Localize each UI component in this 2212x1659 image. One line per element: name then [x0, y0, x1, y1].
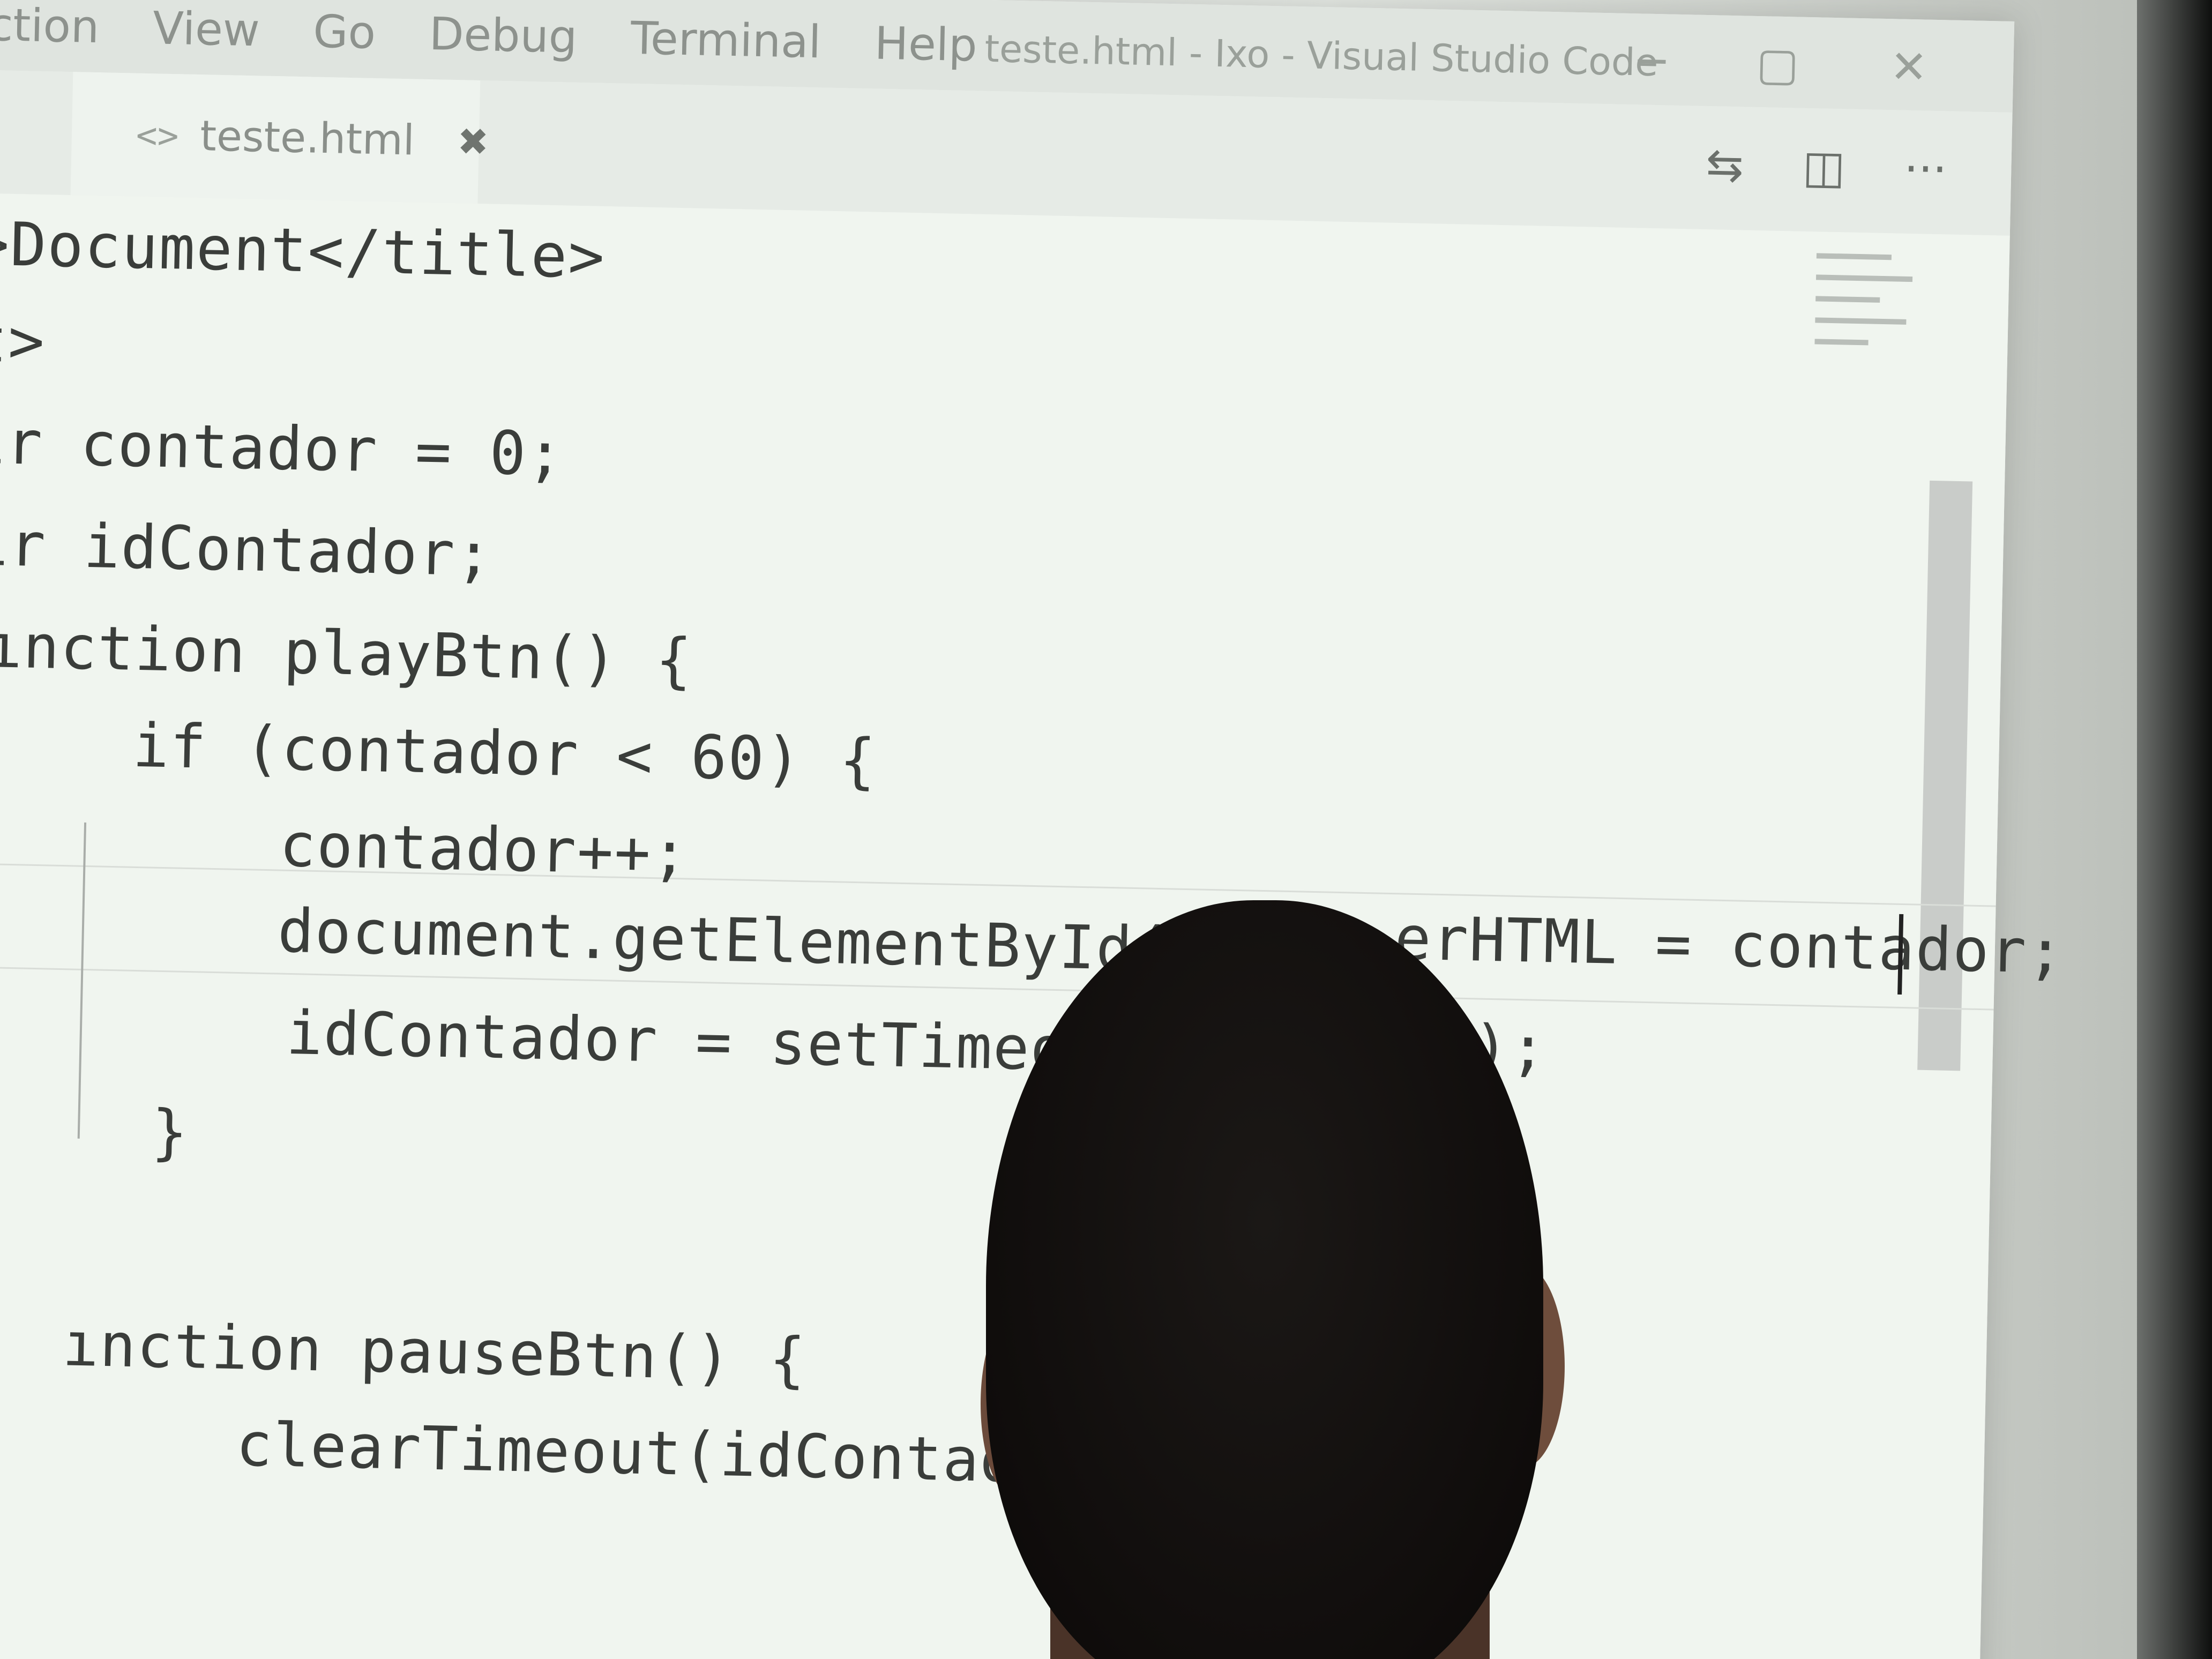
- code-line: >Document</title>: [0, 209, 607, 293]
- code-line: ır idContador;: [0, 509, 494, 590]
- menu-selection[interactable]: ction: [0, 0, 100, 53]
- window-title: teste.html - Ixo - Visual Studio Code: [984, 26, 1659, 85]
- screen-frame-edge: [2137, 0, 2212, 1659]
- code-line: t>: [0, 305, 47, 377]
- maximize-icon[interactable]: ▢: [1756, 38, 1799, 91]
- split-editor-icon[interactable]: ◫: [1802, 140, 1845, 194]
- menu-help[interactable]: Help: [874, 17, 978, 71]
- menu-view[interactable]: View: [152, 2, 260, 56]
- minimap[interactable]: [1814, 253, 1924, 394]
- code-line: ır contador = 0;: [0, 407, 565, 490]
- menu-go[interactable]: Go: [312, 5, 376, 59]
- more-actions-icon[interactable]: ···: [1903, 143, 1947, 196]
- code-line: contador++;: [0, 804, 690, 889]
- person-head: [986, 900, 1543, 1659]
- html-file-icon: <>: [136, 114, 180, 156]
- code-line: ınction pauseBtn() {: [62, 1310, 808, 1395]
- code-line: idContador = setTimeout(: [0, 992, 1180, 1087]
- code-line: if (contador < 60) {: [0, 707, 878, 796]
- editor-actions: ⇆ ◫ ···: [1706, 138, 1948, 196]
- menu-debug[interactable]: Debug: [429, 8, 578, 63]
- tab-label: teste.html: [199, 112, 415, 165]
- menu-terminal[interactable]: Terminal: [630, 12, 821, 68]
- tab-teste-html[interactable]: <> teste.html ✖: [70, 72, 489, 204]
- minimize-icon[interactable]: ─: [1638, 35, 1666, 88]
- code-line: }: [2, 1094, 190, 1168]
- close-tab-icon[interactable]: ✖: [457, 119, 489, 164]
- menu-bar: ction View Go Debug Terminal Help: [0, 0, 978, 71]
- window-controls: ─ ▢ ✕: [1638, 35, 1928, 93]
- code-line: erHTML = contador;: [1394, 903, 2065, 988]
- open-changes-icon[interactable]: ⇆: [1706, 138, 1744, 191]
- photo-stage: ction View Go Debug Terminal Help teste.…: [0, 0, 2212, 1659]
- code-line: ınction playBtn() {: [0, 611, 694, 696]
- close-window-icon[interactable]: ✕: [1889, 40, 1928, 93]
